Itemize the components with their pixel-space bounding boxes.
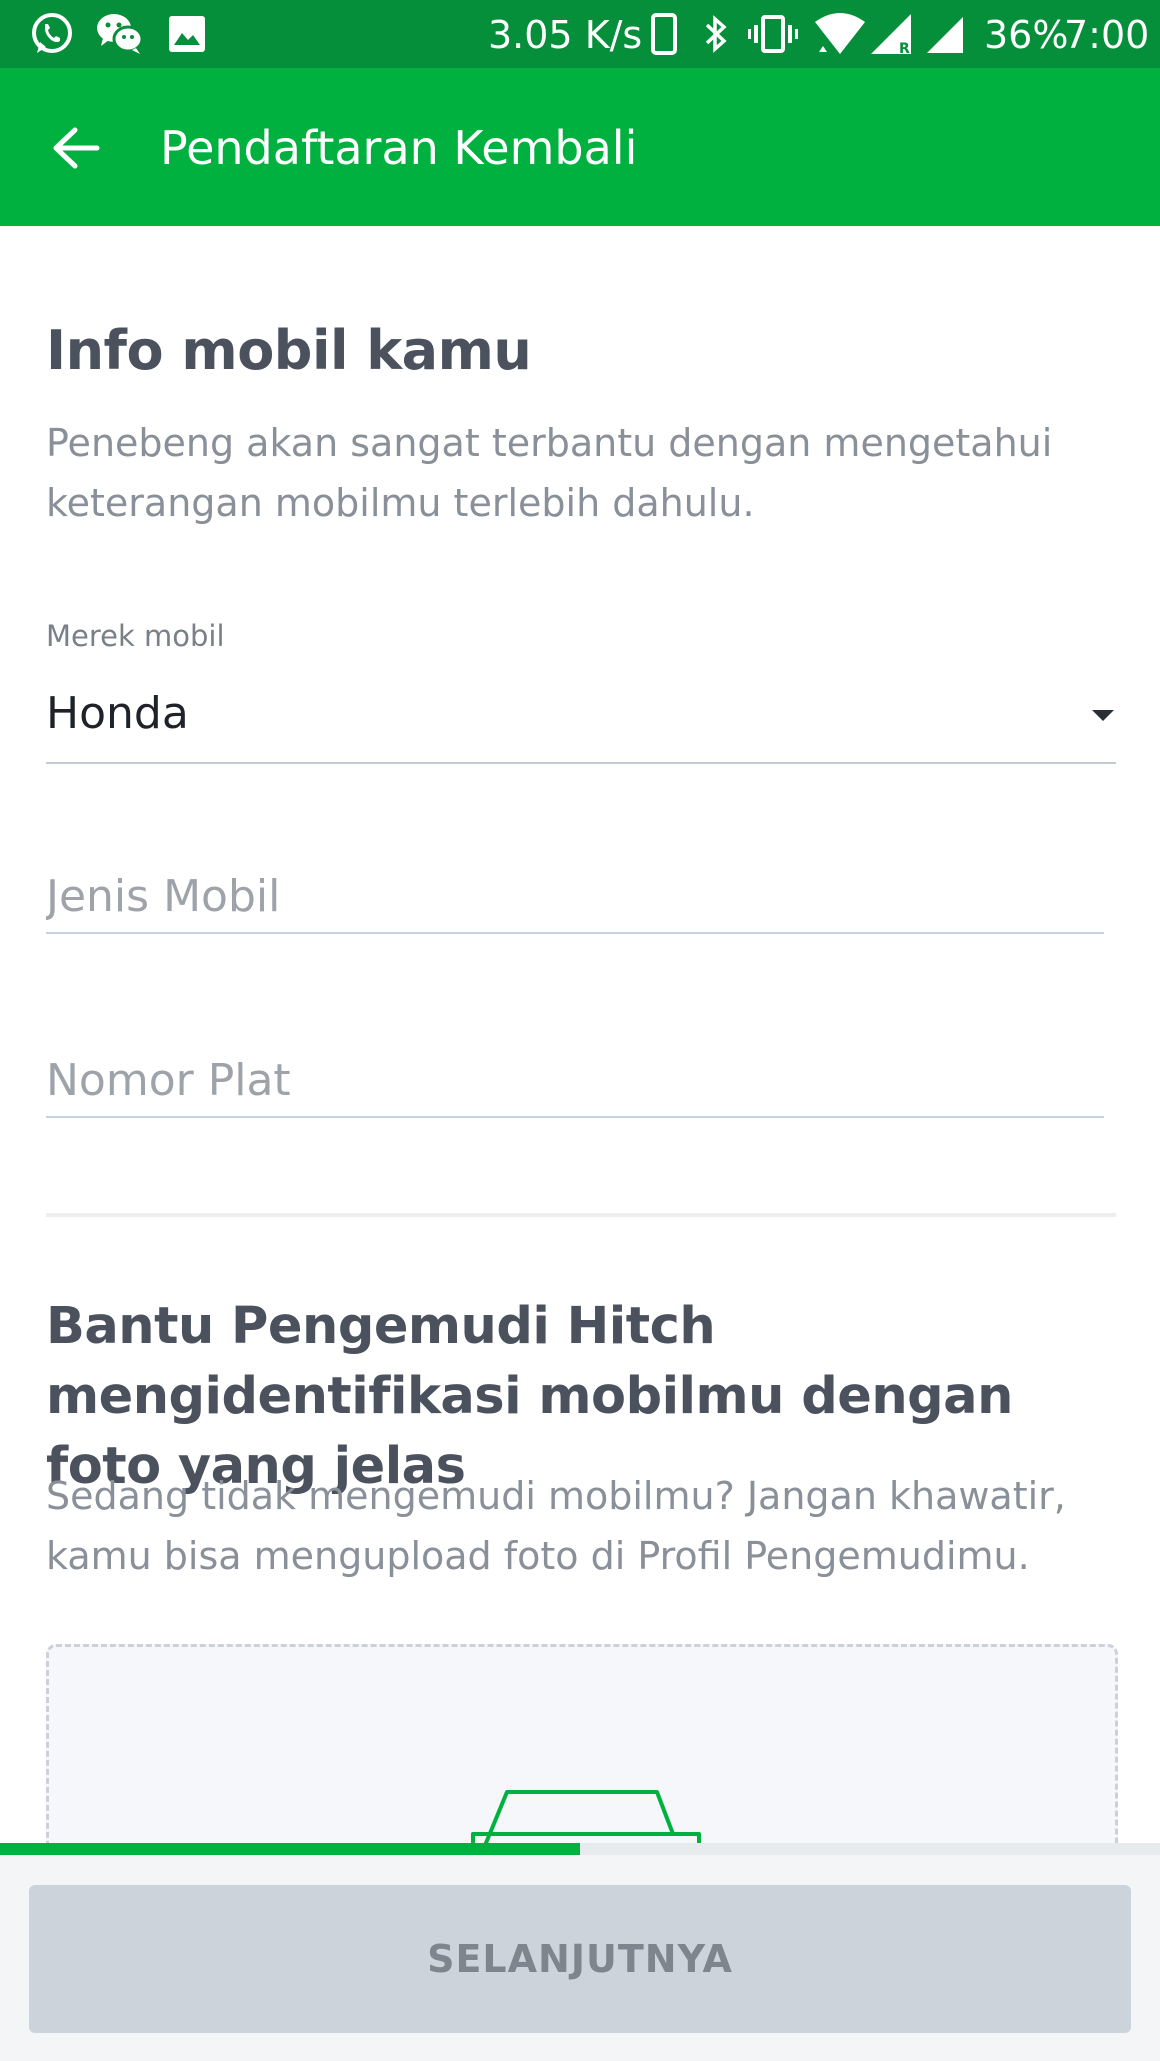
clock: 7:00	[1064, 13, 1150, 57]
whatsapp-icon	[28, 10, 76, 58]
brand-value: Honda	[46, 688, 189, 739]
image-icon	[166, 10, 208, 58]
next-button[interactable]: SELANJUTNYA	[29, 1885, 1131, 2033]
app-bar: Pendaftaran Kembali	[0, 68, 1160, 226]
page-title: Pendaftaran Kembali	[160, 121, 638, 175]
network-speed: 3.05 K/s	[488, 13, 643, 57]
brand-select[interactable]: Honda	[46, 682, 1116, 764]
brand-label: Merek mobil	[46, 619, 225, 653]
status-bar: 3.05 K/s R 36% 7:00	[0, 0, 1160, 68]
plate-number-input[interactable]	[46, 1044, 1104, 1118]
arrow-back-icon	[51, 126, 101, 170]
car-type-input[interactable]	[46, 860, 1104, 934]
progress-fill	[0, 1843, 580, 1855]
car-info-heading: Info mobil kamu	[46, 319, 532, 382]
svg-text:R: R	[899, 41, 910, 56]
battery-percent: 36%	[984, 13, 1069, 57]
bottom-bar: SELANJUTNYA	[0, 1855, 1160, 2061]
wifi-icon	[812, 10, 868, 58]
progress-bar	[0, 1843, 1160, 1855]
dropdown-arrow-icon	[1092, 710, 1114, 721]
section-divider	[46, 1213, 1116, 1217]
bluetooth-icon	[700, 10, 732, 58]
phone-icon	[650, 10, 678, 58]
signal-icon	[924, 10, 968, 58]
signal-roaming-icon: R	[868, 10, 916, 58]
back-button[interactable]	[40, 112, 112, 184]
car-info-description: Penebeng akan sangat terbantu dengan men…	[46, 421, 1053, 525]
vibrate-icon	[746, 10, 800, 58]
photo-description: Sedang tidak mengemudi mobilmu? Jangan k…	[46, 1474, 1066, 1578]
wechat-icon	[94, 10, 146, 58]
